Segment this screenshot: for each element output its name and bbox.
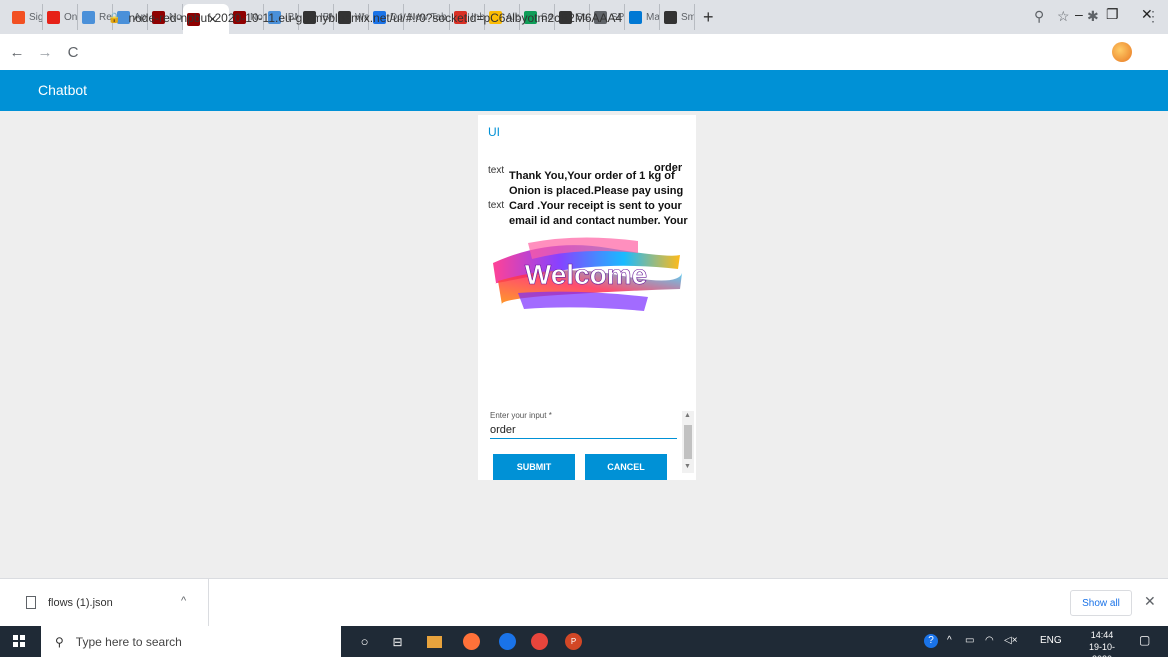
restore-icon[interactable]: ❐ [1106,6,1119,23]
url-text: node-red-npbuf-2020-10-11.eu-gb.mybluemi… [128,11,623,25]
show-all-button[interactable]: Show all [1070,590,1132,616]
taskbar-search[interactable]: ⚲ Type here to search [41,626,341,657]
card-title: UI [488,125,500,139]
windows-taskbar: ⚲ Type here to search ○ ⊟ P ? ^ ▭ ◠ ◁× E… [0,626,1168,657]
chevron-up-icon[interactable]: ^ [181,595,186,607]
browser-tab[interactable]: Sign [8,4,43,30]
cortana-icon[interactable]: ○ [356,633,373,650]
browser-toolbar: ← → C [0,34,1168,70]
ui-card: UI text order Thank You,Your order of 1 … [478,115,696,480]
file-explorer-icon[interactable] [427,636,442,648]
profile-avatar[interactable] [1112,42,1132,62]
welcome-image: Welcome [493,237,682,311]
app-title: Chatbot [38,82,88,98]
edge-icon[interactable] [499,633,516,650]
search-icon: ⚲ [55,634,64,649]
tab-favicon-icon [12,10,25,24]
submit-button[interactable]: SUBMIT [493,454,575,480]
menu-kebab-icon[interactable]: ⋮ [1146,8,1160,25]
input-label: Enter your input * [490,411,552,420]
download-bar: flows (1).json ^ Show all ✕ [0,578,1168,626]
wifi-icon[interactable]: ◠ [985,635,994,646]
back-icon[interactable]: ← [6,44,28,61]
scroll-thumb[interactable] [684,425,692,459]
tab-favicon-icon [47,10,60,24]
file-icon [26,596,36,609]
task-view-icon[interactable]: ⊟ [389,633,406,650]
scroll-up-icon[interactable]: ▲ [684,412,691,419]
chrome-icon[interactable] [531,633,548,650]
cancel-button[interactable]: CANCEL [585,454,667,480]
tab-label: Sign [29,11,43,23]
forward-icon[interactable]: → [34,44,56,61]
search-placeholder: Type here to search [75,634,182,649]
lock-icon: 🔒 [108,12,121,24]
bookmark-star-icon[interactable]: ☆ [1057,8,1070,25]
clock-date: 19-10-2020 [1088,642,1115,657]
tab-label: Onl [64,11,78,23]
download-item[interactable]: flows (1).json ^ [0,579,209,626]
card-scrollbar[interactable]: ▲ ▼ [682,411,694,473]
tab-favicon-icon [82,10,95,24]
clock[interactable]: 14:44 19-10-2020 [1082,629,1122,657]
chat-input[interactable] [490,421,677,439]
volume-icon[interactable]: ◁× [1004,635,1018,646]
language-indicator[interactable]: ENG [1040,635,1062,646]
reload-icon[interactable]: C [62,44,84,61]
text-label: text [488,200,505,211]
app-header: Chatbot [0,70,1168,111]
firefox-icon[interactable] [463,633,480,650]
close-icon[interactable]: ✕ [1144,593,1156,610]
address-bar[interactable]: 🔒 node-red-npbuf-2020-10-11.eu-gb.myblue… [108,6,998,30]
notifications-icon[interactable]: ▢ [1139,633,1150,647]
zoom-icon[interactable]: ⚲ [1034,8,1044,25]
chevron-up-icon[interactable]: ^ [947,635,952,646]
download-filename: flows (1).json [48,597,113,609]
minimize-icon[interactable]: – [1075,6,1083,22]
text-label: text [488,165,505,176]
extensions-icon[interactable]: ✱ [1087,8,1099,25]
welcome-text: Welcome [525,259,647,290]
scroll-down-icon[interactable]: ▼ [684,463,691,470]
browser-tab[interactable]: Onl [43,4,78,30]
windows-start-icon[interactable] [13,635,25,647]
chatbot-message: Thank You,Your order of 1 kg of Onion is… [509,170,688,227]
clock-time: 14:44 [1090,630,1114,640]
battery-icon[interactable]: ▭ [965,635,974,646]
powerpoint-icon[interactable]: P [565,633,582,650]
help-icon[interactable]: ? [924,634,938,648]
